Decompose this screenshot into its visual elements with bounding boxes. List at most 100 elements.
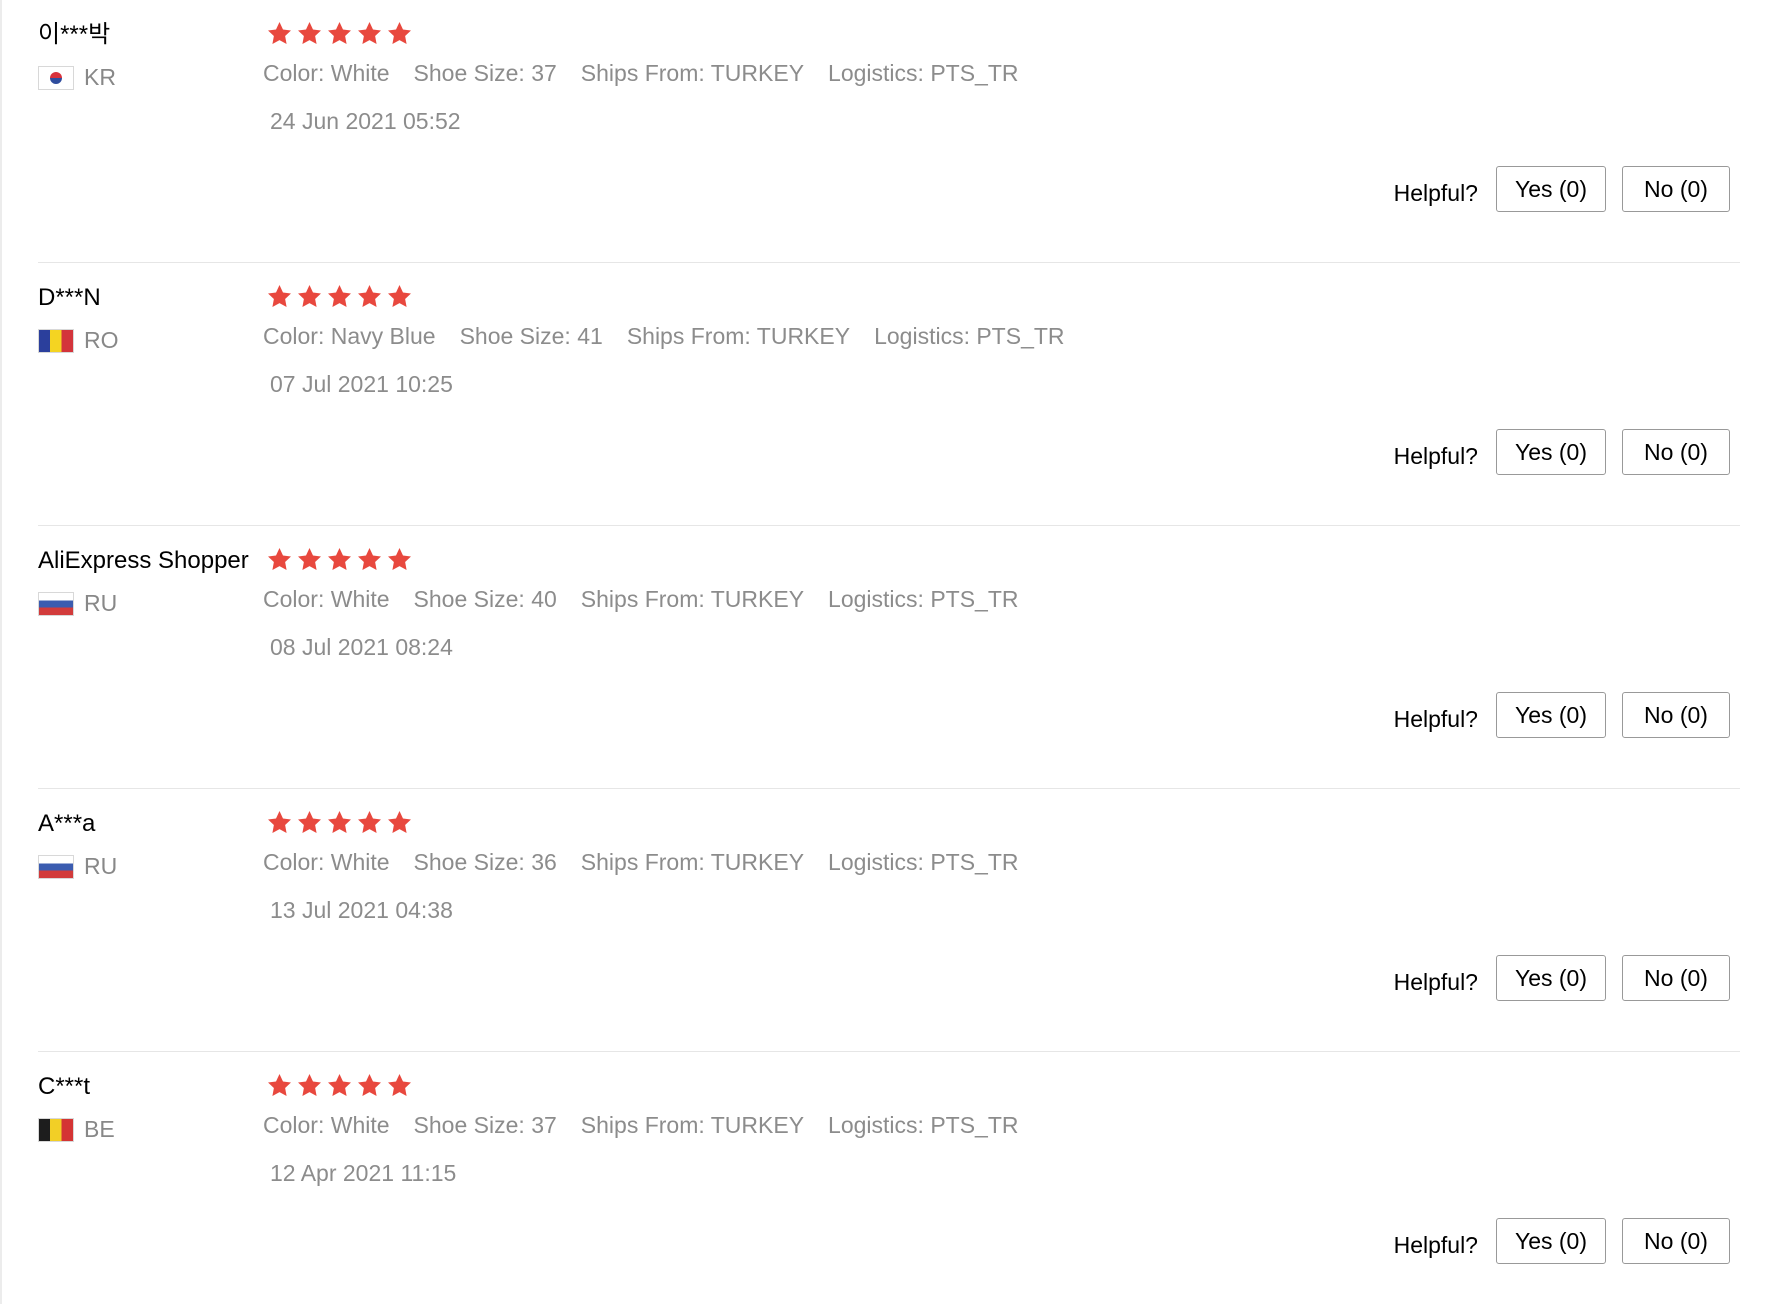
attr-label: Ships From: <box>626 323 751 349</box>
attr-shoe-size: Shoe Size: 36 <box>414 849 557 876</box>
helpful-label: Helpful? <box>1393 705 1478 732</box>
helpful-vote: Helpful? Yes (0) No (0) <box>1394 429 1730 475</box>
attr-label: Shoe Size: <box>413 586 525 612</box>
reviewer-name: C***t <box>38 1073 91 1100</box>
review-date: 08 Jul 2021 08:24 <box>270 634 453 660</box>
attr-label: Shoe Size: <box>413 60 525 86</box>
star-icon <box>268 811 291 833</box>
helpful-no-button[interactable]: No (0) <box>1622 692 1730 738</box>
attr-value: TURKEY <box>710 586 805 612</box>
attr-ships-from: Ships From: TURKEY <box>627 323 850 350</box>
attr-value: 37 <box>531 60 557 86</box>
star-icon <box>328 548 351 570</box>
attr-label: Logistics: <box>828 1112 924 1138</box>
attr-value: White <box>330 60 390 86</box>
helpful-yes-button[interactable]: Yes (0) <box>1495 166 1606 212</box>
star-rating <box>266 546 413 573</box>
attr-label: Logistics: <box>828 60 924 86</box>
attr-ships-from: Ships From: TURKEY <box>581 60 804 87</box>
helpful-yes-button[interactable]: Yes (0) <box>1495 955 1606 1001</box>
star-icon <box>328 285 351 307</box>
attr-label: Logistics: <box>874 323 970 349</box>
star-icon <box>328 811 351 833</box>
attr-value: Navy Blue <box>330 323 436 349</box>
helpful-vote: Helpful? Yes (0) No (0) <box>1394 1218 1730 1264</box>
review-date: 13 Jul 2021 04:38 <box>270 897 453 923</box>
attr-label: Shoe Size: <box>459 323 571 349</box>
page-left-border <box>0 0 2 1304</box>
helpful-vote: Helpful? Yes (0) No (0) <box>1394 166 1730 212</box>
attr-label: Color: <box>263 1112 325 1138</box>
helpful-no-button[interactable]: No (0) <box>1622 429 1730 475</box>
helpful-vote: Helpful? Yes (0) No (0) <box>1394 955 1730 1001</box>
helpful-yes-button[interactable]: Yes (0) <box>1495 429 1606 475</box>
helpful-label: Helpful? <box>1393 179 1478 206</box>
attr-value: 41 <box>577 323 603 349</box>
review-attributes: Color: White Shoe Size: 36 Ships From: T… <box>263 849 1019 876</box>
review-item: AliExpress Shopper RU Color: White Shoe … <box>38 526 1740 789</box>
star-icon <box>298 811 321 833</box>
attr-label: Shoe Size: <box>413 849 525 875</box>
review-attributes: Color: Navy Blue Shoe Size: 41 Ships Fro… <box>263 323 1065 350</box>
helpful-yes-button[interactable]: Yes (0) <box>1495 692 1606 738</box>
helpful-no-button[interactable]: No (0) <box>1622 955 1730 1001</box>
review-list: 이***박 KR Color: White Shoe Size: 37 Ship… <box>38 0 1740 1314</box>
attr-label: Logistics: <box>828 849 924 875</box>
attr-value: TURKEY <box>710 849 805 875</box>
attr-value: 37 <box>531 1112 557 1138</box>
star-rating <box>266 20 413 47</box>
helpful-yes-button[interactable]: Yes (0) <box>1495 1218 1606 1264</box>
helpful-no-button[interactable]: No (0) <box>1622 166 1730 212</box>
helpful-no-button[interactable]: No (0) <box>1622 1218 1730 1264</box>
star-icon <box>358 22 381 44</box>
attr-logistics: Logistics: PTS_TR <box>828 849 1018 876</box>
attr-label: Logistics: <box>828 586 924 612</box>
review-attributes: Color: White Shoe Size: 40 Ships From: T… <box>263 586 1019 613</box>
attr-ships-from: Ships From: TURKEY <box>581 849 804 876</box>
attr-value: TURKEY <box>756 323 851 349</box>
star-icon <box>358 285 381 307</box>
attr-shoe-size: Shoe Size: 41 <box>460 323 603 350</box>
attr-value: White <box>330 586 390 612</box>
review-item: D***N RO Color: Navy Blue Shoe Size: 41 … <box>38 263 1740 526</box>
attr-color: Color: White <box>263 849 390 876</box>
star-icon <box>298 285 321 307</box>
attr-label: Ships From: <box>580 60 705 86</box>
review-item: A***a RU Color: White Shoe Size: 36 Ship… <box>38 789 1740 1052</box>
review-item: 이***박 KR Color: White Shoe Size: 37 Ship… <box>38 0 1740 263</box>
star-icon <box>358 811 381 833</box>
attr-shoe-size: Shoe Size: 40 <box>414 586 557 613</box>
attr-ships-from: Ships From: TURKEY <box>581 586 804 613</box>
attr-color: Color: Navy Blue <box>263 323 436 350</box>
review-item: C***t BE Color: White Shoe Size: 37 Ship… <box>38 1052 1740 1314</box>
review-date: 07 Jul 2021 10:25 <box>270 371 453 397</box>
star-icon <box>298 22 321 44</box>
star-icon <box>388 811 411 833</box>
review-date: 12 Apr 2021 11:15 <box>270 1160 457 1186</box>
reviewer-name: D***N <box>38 284 101 311</box>
attr-label: Ships From: <box>580 586 705 612</box>
country-code: KR <box>84 64 116 90</box>
star-icon <box>388 548 411 570</box>
attr-shoe-size: Shoe Size: 37 <box>414 60 557 87</box>
reviewer-country: RO <box>38 327 119 354</box>
reviewer-country: RU <box>38 853 117 880</box>
kr-flag-icon <box>38 65 74 90</box>
helpful-label: Helpful? <box>1393 968 1478 995</box>
reviewer-name: AliExpress Shopper <box>38 547 249 574</box>
helpful-vote: Helpful? Yes (0) No (0) <box>1394 692 1730 738</box>
star-icon <box>268 548 291 570</box>
country-code: BE <box>84 1116 115 1142</box>
star-icon <box>268 1074 291 1096</box>
attr-logistics: Logistics: PTS_TR <box>828 60 1018 87</box>
attr-label: Color: <box>263 323 325 349</box>
star-icon <box>388 22 411 44</box>
star-icon <box>298 1074 321 1096</box>
review-date: 24 Jun 2021 05:52 <box>270 108 461 134</box>
attr-value: TURKEY <box>710 60 805 86</box>
star-rating <box>266 1072 413 1099</box>
reviewer-country: RU <box>38 590 117 617</box>
attr-value: PTS_TR <box>930 1112 1019 1138</box>
ru-flag-icon <box>38 591 74 616</box>
helpful-label: Helpful? <box>1393 442 1478 469</box>
